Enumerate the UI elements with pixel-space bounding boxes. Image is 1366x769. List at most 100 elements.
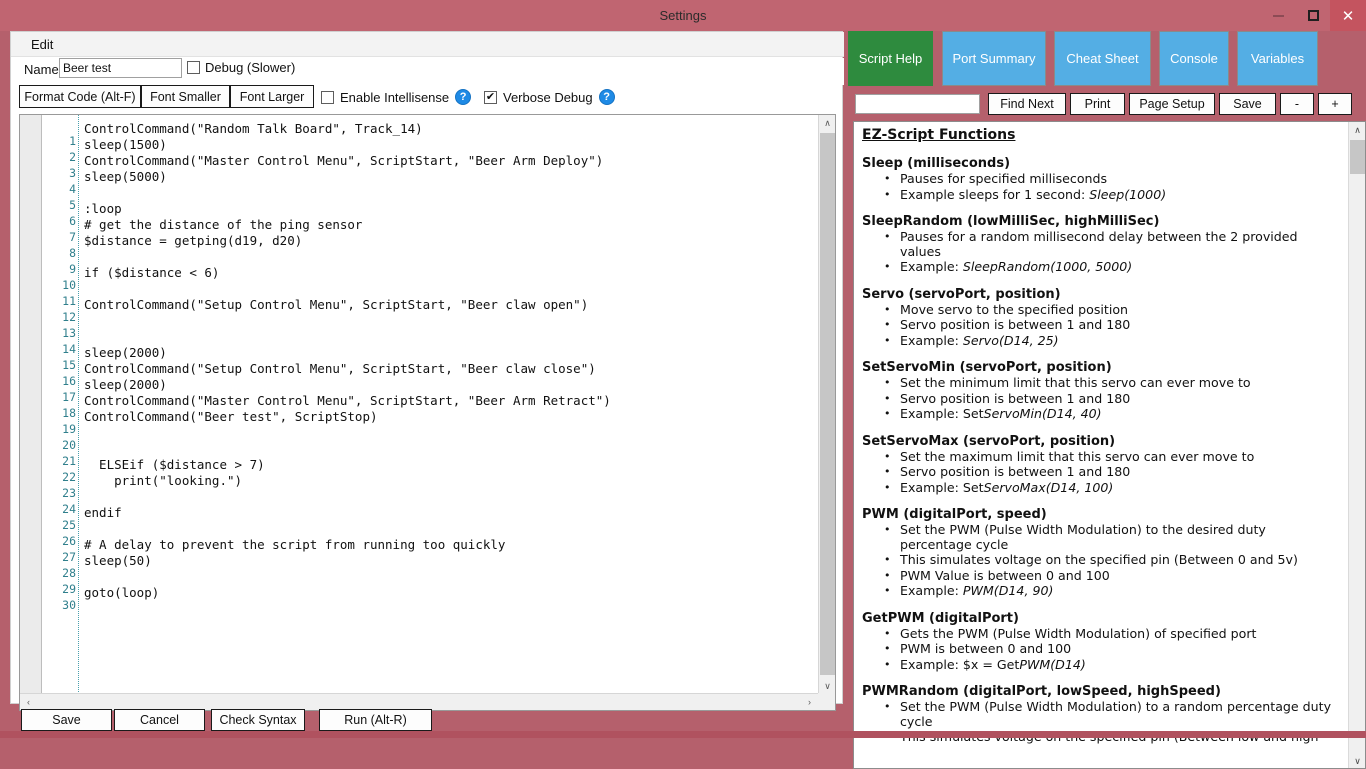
function-entry: SetServoMax (servoPort, position)Set the…	[862, 434, 1339, 496]
tab-script-help[interactable]: Script Help	[848, 31, 933, 86]
line-number-gutter: 1 2 3 4 5 6 7 8 9 10 11 12 13 14 15 16 1…	[43, 133, 76, 613]
code-text-area[interactable]: ControlCommand("Random Talk Board", Trac…	[84, 121, 824, 601]
function-detail-item: Example: Servo(D14, 25)	[900, 334, 1339, 349]
function-entry: SetServoMin (servoPort, position)Set the…	[862, 360, 1339, 422]
window-title: Settings	[0, 0, 1366, 31]
function-detail-item: Servo position is between 1 and 180	[900, 318, 1339, 333]
function-signature: SetServoMin (servoPort, position)	[862, 360, 1339, 375]
editor-vertical-scrollbar[interactable]: ∧ ∨	[818, 115, 835, 695]
code-line	[84, 569, 824, 585]
editor-vscroll-thumb[interactable]	[820, 133, 835, 675]
find-next-button[interactable]: Find Next	[988, 93, 1066, 115]
maximize-button[interactable]	[1296, 0, 1330, 31]
code-editor[interactable]: 1 2 3 4 5 6 7 8 9 10 11 12 13 14 15 16 1…	[19, 114, 836, 711]
code-line: :loop	[84, 201, 824, 217]
format-code-button[interactable]: Format Code (Alt-F)	[19, 85, 141, 108]
minimize-button[interactable]	[1260, 0, 1296, 31]
code-example: SleepRandom(1000, 5000)	[963, 259, 1132, 274]
find-input[interactable]	[855, 94, 980, 114]
scroll-right-icon[interactable]: ›	[801, 694, 818, 710]
function-detail-list: Gets the PWM (Pulse Width Modulation) of…	[862, 627, 1339, 673]
debug-slower-checkbox[interactable]	[187, 61, 200, 74]
function-detail-item: Example sleeps for 1 second: Sleep(1000)	[900, 188, 1339, 203]
code-line: sleep(1500)	[84, 137, 824, 153]
zoom-out-button[interactable]: -	[1280, 93, 1314, 115]
os-taskbar[interactable]	[0, 731, 1366, 738]
function-detail-item: Pauses for a random millisecond delay be…	[900, 230, 1339, 259]
print-button[interactable]: Print	[1070, 93, 1125, 115]
function-detail-item: PWM Value is between 0 and 100	[900, 569, 1339, 584]
font-larger-button[interactable]: Font Larger	[230, 85, 314, 108]
code-line	[84, 281, 824, 297]
code-example: PWM(D14, 90)	[963, 583, 1054, 598]
help-vertical-scrollbar[interactable]: ∧ ∨	[1348, 122, 1365, 769]
close-button[interactable]: ✕	[1330, 0, 1366, 31]
code-line: sleep(2000)	[84, 377, 824, 393]
font-smaller-button[interactable]: Font Smaller	[141, 85, 230, 108]
tab-console[interactable]: Console	[1159, 31, 1229, 86]
code-line	[84, 425, 824, 441]
scroll-left-icon[interactable]: ‹	[20, 694, 37, 710]
code-line	[84, 249, 824, 265]
code-example: PWM(D14)	[1019, 657, 1085, 672]
enable-intellisense-label: Enable Intellisense	[340, 90, 449, 105]
save-help-button[interactable]: Save	[1219, 93, 1276, 115]
enable-intellisense-group[interactable]: Enable Intellisense ?	[321, 89, 471, 105]
debug-slower-checkbox-group[interactable]: Debug (Slower)	[187, 60, 295, 75]
name-label: Name	[24, 62, 59, 77]
script-editor-pane: Edit Name Debug (Slower) Format Code (Al…	[10, 31, 843, 704]
function-detail-list: Move servo to the specified positionServ…	[862, 303, 1339, 349]
function-detail-item: This simulates voltage on the specified …	[900, 553, 1339, 568]
function-detail-item: Gets the PWM (Pulse Width Modulation) of…	[900, 627, 1339, 642]
help-toolbar: Find Next Print Page Setup Save - +	[848, 93, 1366, 118]
function-reference-list: Sleep (milliseconds)Pauses for specified…	[862, 156, 1339, 745]
code-line: $distance = getping(d19, d20)	[84, 233, 824, 249]
tab-cheat-sheet[interactable]: Cheat Sheet	[1054, 31, 1151, 86]
run-button[interactable]: Run (Alt-R)	[319, 709, 432, 731]
zoom-in-button[interactable]: +	[1318, 93, 1352, 115]
code-line	[84, 489, 824, 505]
code-line: goto(loop)	[84, 585, 824, 601]
tab-port-summary[interactable]: Port Summary	[942, 31, 1046, 86]
function-detail-item: Move servo to the specified position	[900, 303, 1339, 318]
code-line: ControlCommand("Master Control Menu", Sc…	[84, 153, 824, 169]
script-help-document[interactable]: EZ-Script Functions Sleep (milliseconds)…	[853, 121, 1366, 769]
code-line	[84, 329, 824, 345]
script-name-input[interactable]	[59, 58, 182, 78]
code-line: ControlCommand("Setup Control Menu", Scr…	[84, 361, 824, 377]
format-toolbar: Format Code (Alt-F) Font Smaller Font La…	[11, 85, 844, 114]
page-setup-button[interactable]: Page Setup	[1129, 93, 1215, 115]
function-detail-item: Example: SleepRandom(1000, 5000)	[900, 260, 1339, 275]
help-vscroll-thumb[interactable]	[1350, 140, 1365, 174]
help-pane: Script Help Port Summary Cheat Sheet Con…	[848, 31, 1366, 731]
help-icon[interactable]: ?	[455, 89, 471, 105]
scroll-up-icon[interactable]: ∧	[819, 115, 836, 132]
function-detail-item: Example: $x = GetPWM(D14)	[900, 658, 1339, 673]
verbose-debug-checkbox[interactable]: ✔	[484, 91, 497, 104]
enable-intellisense-checkbox[interactable]	[321, 91, 334, 104]
tab-variables[interactable]: Variables	[1237, 31, 1318, 86]
scroll-up-icon[interactable]: ∧	[1349, 122, 1366, 139]
menu-item-edit[interactable]: Edit	[25, 32, 59, 57]
function-detail-item: Set the PWM (Pulse Width Modulation) to …	[900, 523, 1339, 552]
function-detail-item: Set the maximum limit that this servo ca…	[900, 450, 1339, 465]
gutter-separator	[78, 115, 79, 711]
help-icon[interactable]: ?	[599, 89, 615, 105]
code-example: Sleep(1000)	[1089, 187, 1166, 202]
function-detail-list: Pauses for specified millisecondsExample…	[862, 172, 1339, 202]
function-signature: PWMRandom (digitalPort, lowSpeed, highSp…	[862, 684, 1339, 699]
scroll-down-icon[interactable]: ∨	[1349, 753, 1366, 769]
maximize-icon	[1308, 10, 1319, 21]
script-name-row: Name Debug (Slower)	[11, 58, 844, 85]
save-button[interactable]: Save	[21, 709, 112, 731]
function-detail-item: Set the PWM (Pulse Width Modulation) to …	[900, 700, 1339, 729]
editor-breakpoint-margin[interactable]	[20, 115, 42, 711]
editor-horizontal-scrollbar[interactable]: ‹ ›	[20, 693, 835, 710]
code-example: ServoMax(D14, 100)	[984, 480, 1114, 495]
code-line	[84, 185, 824, 201]
code-line: sleep(2000)	[84, 345, 824, 361]
cancel-button[interactable]: Cancel	[114, 709, 205, 731]
check-syntax-button[interactable]: Check Syntax	[211, 709, 305, 731]
function-detail-list: Set the minimum limit that this servo ca…	[862, 376, 1339, 422]
verbose-debug-group[interactable]: ✔ Verbose Debug ?	[484, 89, 615, 105]
